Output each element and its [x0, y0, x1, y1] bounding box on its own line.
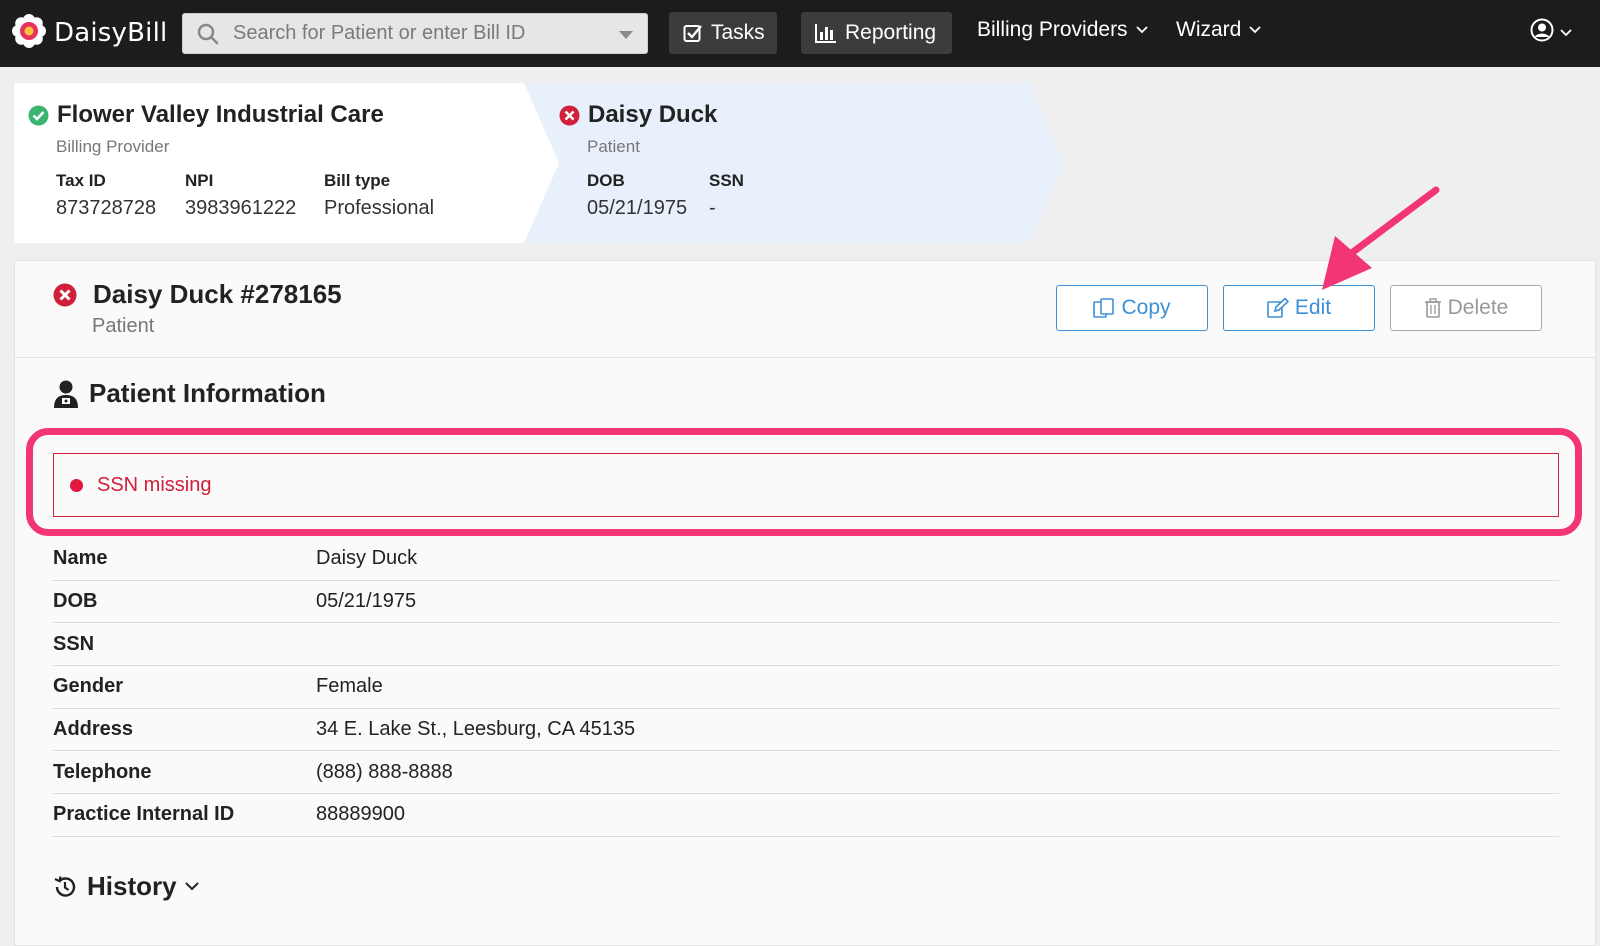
practice-internal-id-label: Practice Internal ID [53, 803, 235, 826]
dob-row-label: DOB [53, 590, 98, 613]
record-subtitle: Patient [92, 315, 155, 337]
name-value: Daisy Duck [316, 547, 418, 570]
table-row: Gender Female [53, 666, 1559, 709]
chevron-down-icon [1560, 28, 1572, 37]
dob-row-value: 05/21/1975 [316, 590, 417, 613]
gender-value: Female [316, 675, 383, 698]
telephone-label: Telephone [53, 760, 152, 783]
patient-search-box[interactable] [182, 13, 648, 54]
edit-icon [1267, 298, 1289, 318]
patient-info-table: Name Daisy Duck DOB 05/21/1975 SSN Gende… [53, 538, 1559, 837]
top-navbar: DaisyBill Tasks Reporting Billing Provid… [0, 0, 1600, 67]
copy-icon [1093, 298, 1115, 318]
reporting-button[interactable]: Reporting [801, 12, 952, 54]
practice-internal-id-value: 88889900 [316, 803, 405, 826]
caret-down-icon[interactable] [619, 31, 633, 39]
table-row: Address 34 E. Lake St., Leesburg, CA 451… [53, 709, 1559, 752]
error-circle-icon [53, 283, 77, 307]
npi-value: 3983961222 [185, 197, 297, 219]
patient-crumb-name: Daisy Duck [588, 101, 718, 128]
patient-crumb-title: Daisy Duck [559, 101, 717, 129]
annotation-highlight-box [26, 428, 1582, 536]
tasks-label: Tasks [711, 21, 765, 44]
address-label: Address [53, 718, 134, 741]
reporting-label: Reporting [845, 21, 937, 44]
telephone-value: (888) 888-8888 [316, 760, 453, 783]
patient-info-heading: Patient Information [53, 378, 326, 409]
brand-logo[interactable]: DaisyBill [12, 13, 168, 53]
table-row: Telephone (888) 888-8888 [53, 751, 1559, 795]
chevron-down-icon [1249, 26, 1261, 34]
copy-label: Copy [1121, 296, 1171, 319]
search-input[interactable] [233, 22, 613, 45]
bill-type-value: Professional [324, 197, 435, 219]
ssn-value: - [709, 197, 716, 219]
checkbox-icon [683, 23, 703, 43]
copy-button[interactable]: Copy [1056, 285, 1208, 331]
address-value: 34 E. Lake St., Leesburg, CA 45135 [316, 718, 636, 741]
record-title-text: Daisy Duck #278165 [93, 279, 342, 309]
provider-subtitle: Billing Provider [56, 137, 170, 156]
daisy-logo-icon [12, 13, 46, 53]
brand-name: DaisyBill [54, 18, 168, 48]
record-title: Daisy Duck #278165 [53, 279, 342, 310]
user-circle-icon [1530, 18, 1554, 47]
ssn-label: SSN [709, 171, 744, 190]
history-toggle[interactable]: History [53, 871, 199, 902]
tax-id-label: Tax ID [56, 171, 106, 190]
history-title: History [87, 871, 177, 901]
user-menu[interactable] [1530, 18, 1572, 47]
table-row: SSN [53, 623, 1559, 667]
table-row: Practice Internal ID 88889900 [53, 794, 1559, 837]
check-circle-icon [28, 105, 49, 126]
edit-button[interactable]: Edit [1223, 285, 1375, 331]
tasks-button[interactable]: Tasks [669, 12, 777, 54]
dob-label: DOB [587, 171, 625, 190]
delete-label: Delete [1447, 296, 1509, 319]
dob-value: 05/21/1975 [587, 197, 688, 219]
wizard-label: Wizard [1176, 18, 1242, 41]
patient-crumb[interactable]: Daisy Duck Patient DOB 05/21/1975 SSN - [559, 83, 1029, 243]
npi-label: NPI [185, 171, 214, 190]
billing-providers-label: Billing Providers [977, 18, 1128, 41]
record-breadcrumb: Flower Valley Industrial Care Billing Pr… [14, 83, 1064, 243]
record-header: Daisy Duck #278165 Patient Copy Edit Del… [15, 261, 1595, 358]
bar-chart-icon [815, 23, 837, 43]
chevron-down-icon [1135, 26, 1148, 34]
provider-name: Flower Valley Industrial Care [57, 101, 384, 128]
patient-info-title: Patient Information [89, 378, 326, 408]
edit-label: Edit [1294, 296, 1332, 319]
gender-label: Gender [53, 675, 124, 698]
bill-type-label: Bill type [324, 171, 391, 190]
patient-icon [53, 379, 79, 409]
wizard-menu[interactable]: Wizard [1176, 18, 1261, 42]
error-circle-icon [559, 105, 580, 126]
table-row: Name Daisy Duck [53, 538, 1559, 581]
provider-crumb[interactable]: Flower Valley Industrial Care Billing Pr… [14, 83, 554, 243]
search-icon [197, 23, 219, 45]
trash-icon [1424, 298, 1442, 318]
provider-title: Flower Valley Industrial Care [28, 101, 384, 129]
patient-record-card: Daisy Duck #278165 Patient Copy Edit Del… [14, 260, 1596, 946]
name-label: Name [53, 547, 108, 570]
history-icon [53, 875, 77, 899]
tax-id-value: 873728728 [56, 197, 157, 219]
ssn-row-label: SSN [53, 632, 95, 655]
delete-button[interactable]: Delete [1390, 285, 1542, 331]
billing-providers-menu[interactable]: Billing Providers [977, 18, 1148, 42]
table-row: DOB 05/21/1975 [53, 581, 1559, 624]
patient-crumb-subtitle: Patient [587, 137, 640, 156]
chevron-down-icon [184, 882, 199, 891]
